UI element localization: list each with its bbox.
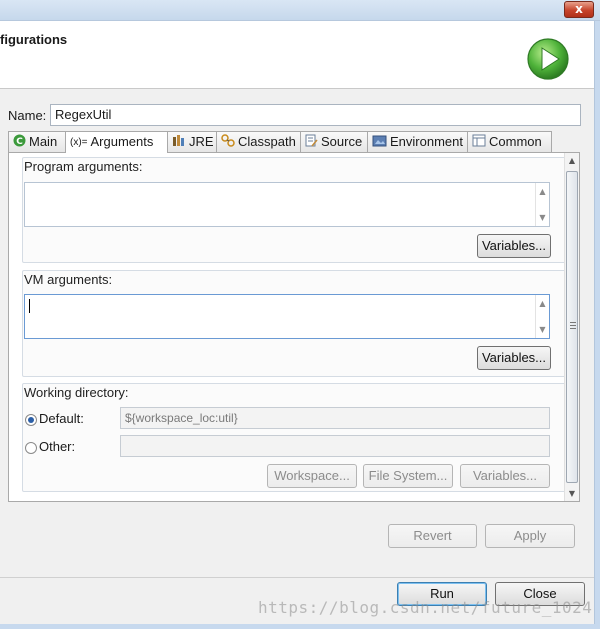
vm-arguments-textarea[interactable]: ▲ ▼ — [24, 294, 550, 339]
revert-button[interactable]: Revert — [388, 524, 477, 548]
working-directory-title: Working directory: — [24, 385, 129, 400]
working-directory-group: Working directory: Default: ${workspace_… — [22, 383, 566, 492]
tab-source-label: Source — [321, 134, 363, 149]
scroll-up-icon[interactable]: ▲ — [536, 187, 549, 196]
text-caret — [29, 299, 30, 313]
window-frame-right — [594, 21, 600, 629]
tab-classpath[interactable]: Classpath — [216, 131, 301, 152]
program-arguments-title: Program arguments: — [24, 159, 143, 174]
name-label: Name: — [8, 108, 47, 123]
environment-icon — [372, 133, 387, 152]
tab-bar: C Main (x)= Arguments JRE Classpath Sourc… — [8, 131, 580, 153]
tab-main-label: Main — [29, 134, 58, 149]
svg-text:C: C — [16, 137, 23, 147]
program-arguments-group: Program arguments: ▲ ▼ Variables... — [22, 157, 566, 263]
run-launch-icon — [527, 38, 569, 80]
tab-environment-label: Environment — [390, 134, 463, 149]
window-close-button[interactable]: x — [564, 1, 594, 18]
dialog-header: figurations — [0, 21, 594, 89]
vm-arguments-group: VM arguments: ▲ ▼ Variables... — [22, 270, 566, 377]
title-bar: x — [0, 0, 600, 21]
tab-jre[interactable]: JRE — [167, 131, 217, 152]
vm-arguments-scrollbar[interactable]: ▲ ▼ — [535, 295, 549, 338]
default-directory-field: ${workspace_loc:util} — [120, 407, 550, 429]
vm-arguments-title: VM arguments: — [24, 272, 113, 287]
scroll-down-icon[interactable]: ▼ — [565, 489, 579, 498]
source-icon — [305, 133, 318, 152]
main-icon: C — [13, 133, 26, 152]
tab-classpath-label: Classpath — [238, 134, 296, 149]
program-arguments-textarea[interactable]: ▲ ▼ — [24, 182, 550, 227]
apply-button[interactable]: Apply — [485, 524, 575, 548]
jre-icon — [172, 133, 186, 152]
working-directory-variables-button[interactable]: Variables... — [460, 464, 550, 488]
tab-common[interactable]: Common — [467, 131, 552, 152]
program-arguments-scrollbar[interactable]: ▲ ▼ — [535, 183, 549, 226]
default-radio[interactable] — [25, 414, 37, 426]
watermark: https://blog.csdn.net/future_1024 — [258, 598, 593, 617]
scrollbar-thumb[interactable] — [566, 171, 578, 483]
file-system-button[interactable]: File System... — [363, 464, 453, 488]
common-icon — [472, 133, 486, 152]
other-directory-field[interactable] — [120, 435, 550, 457]
tab-source[interactable]: Source — [300, 131, 368, 152]
footer-divider — [0, 577, 594, 578]
scroll-down-icon[interactable]: ▼ — [536, 213, 549, 222]
panel-scrollbar[interactable]: ▲ ▼ — [564, 153, 579, 501]
grip-icon — [570, 322, 576, 329]
other-radio[interactable] — [25, 442, 37, 454]
dialog-title: figurations — [0, 32, 68, 47]
tab-jre-label: JRE — [189, 134, 214, 149]
window-frame-bottom — [0, 624, 600, 629]
vm-arguments-variables-button[interactable]: Variables... — [477, 346, 551, 370]
classpath-icon — [221, 133, 235, 152]
scroll-up-icon[interactable]: ▲ — [565, 156, 579, 165]
default-radio-label: Default: — [39, 411, 84, 426]
tab-environment[interactable]: Environment — [367, 131, 468, 152]
name-input[interactable]: RegexUtil — [50, 104, 581, 126]
scroll-up-icon[interactable]: ▲ — [536, 299, 549, 308]
tab-arguments-label: Arguments — [90, 134, 154, 149]
arguments-icon: (x)= — [70, 137, 88, 149]
workspace-button[interactable]: Workspace... — [267, 464, 357, 488]
tab-arguments[interactable]: (x)= Arguments — [65, 131, 168, 153]
arguments-panel: Program arguments: ▲ ▼ Variables... VM a… — [8, 152, 580, 502]
other-radio-label: Other: — [39, 439, 76, 454]
scroll-down-icon[interactable]: ▼ — [536, 325, 549, 334]
tab-common-label: Common — [489, 134, 542, 149]
tab-main[interactable]: C Main — [8, 131, 66, 152]
program-arguments-variables-button[interactable]: Variables... — [477, 234, 551, 258]
